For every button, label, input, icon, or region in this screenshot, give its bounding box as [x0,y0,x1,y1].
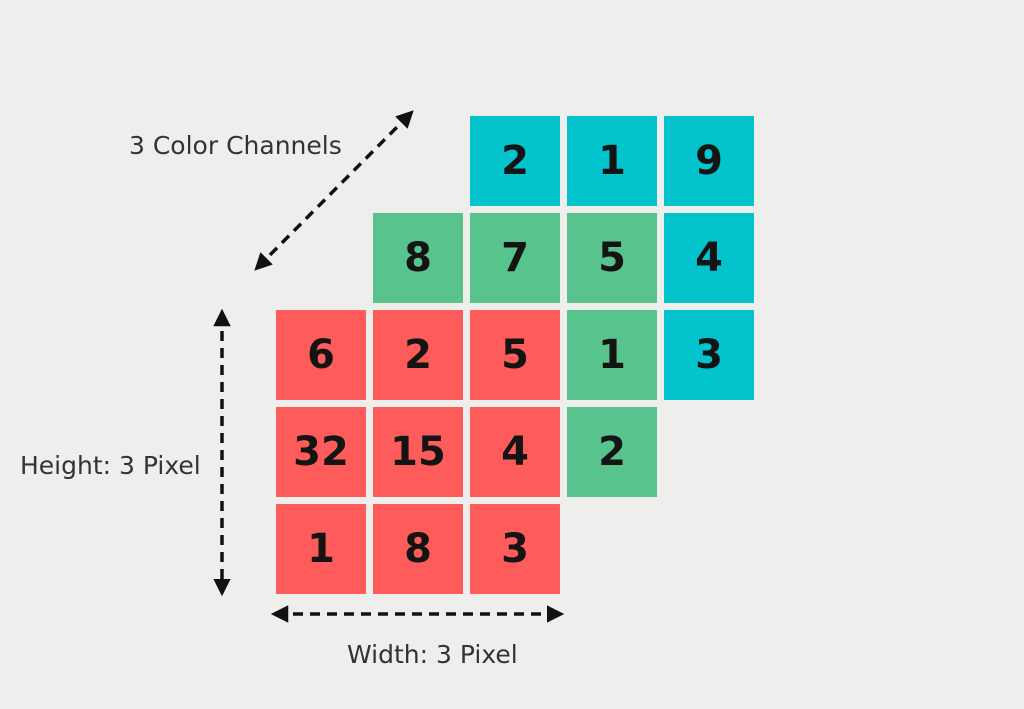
green-channel-cell: 5 [567,213,657,303]
red-channel-cell: 15 [373,407,463,497]
red-channel-cell: 2 [373,310,463,400]
rgb-tensor-diagram: 3 Color Channels Height: 3 Pixel Width: … [0,0,1024,709]
height-label: Height: 3 Pixel [20,451,201,480]
red-channel-cell: 5 [470,310,560,400]
blue-channel-cell: 2 [470,116,560,206]
red-channel-cell: 3 [470,504,560,594]
channels-label: 3 Color Channels [129,131,342,160]
blue-channel-cell: 9 [664,116,754,206]
red-channel-cell: 6 [276,310,366,400]
red-channel-cell: 8 [373,504,463,594]
red-channel-cell: 1 [276,504,366,594]
blue-channel-cell: 4 [664,213,754,303]
green-channel-cell: 1 [567,310,657,400]
green-channel-cell: 8 [373,213,463,303]
red-channel-cell: 4 [470,407,560,497]
blue-channel-cell: 1 [567,116,657,206]
green-channel-cell: 7 [470,213,560,303]
blue-channel-cell: 3 [664,310,754,400]
red-channel-cell: 32 [276,407,366,497]
green-channel-cell: 2 [567,407,657,497]
width-label: Width: 3 Pixel [347,640,518,669]
